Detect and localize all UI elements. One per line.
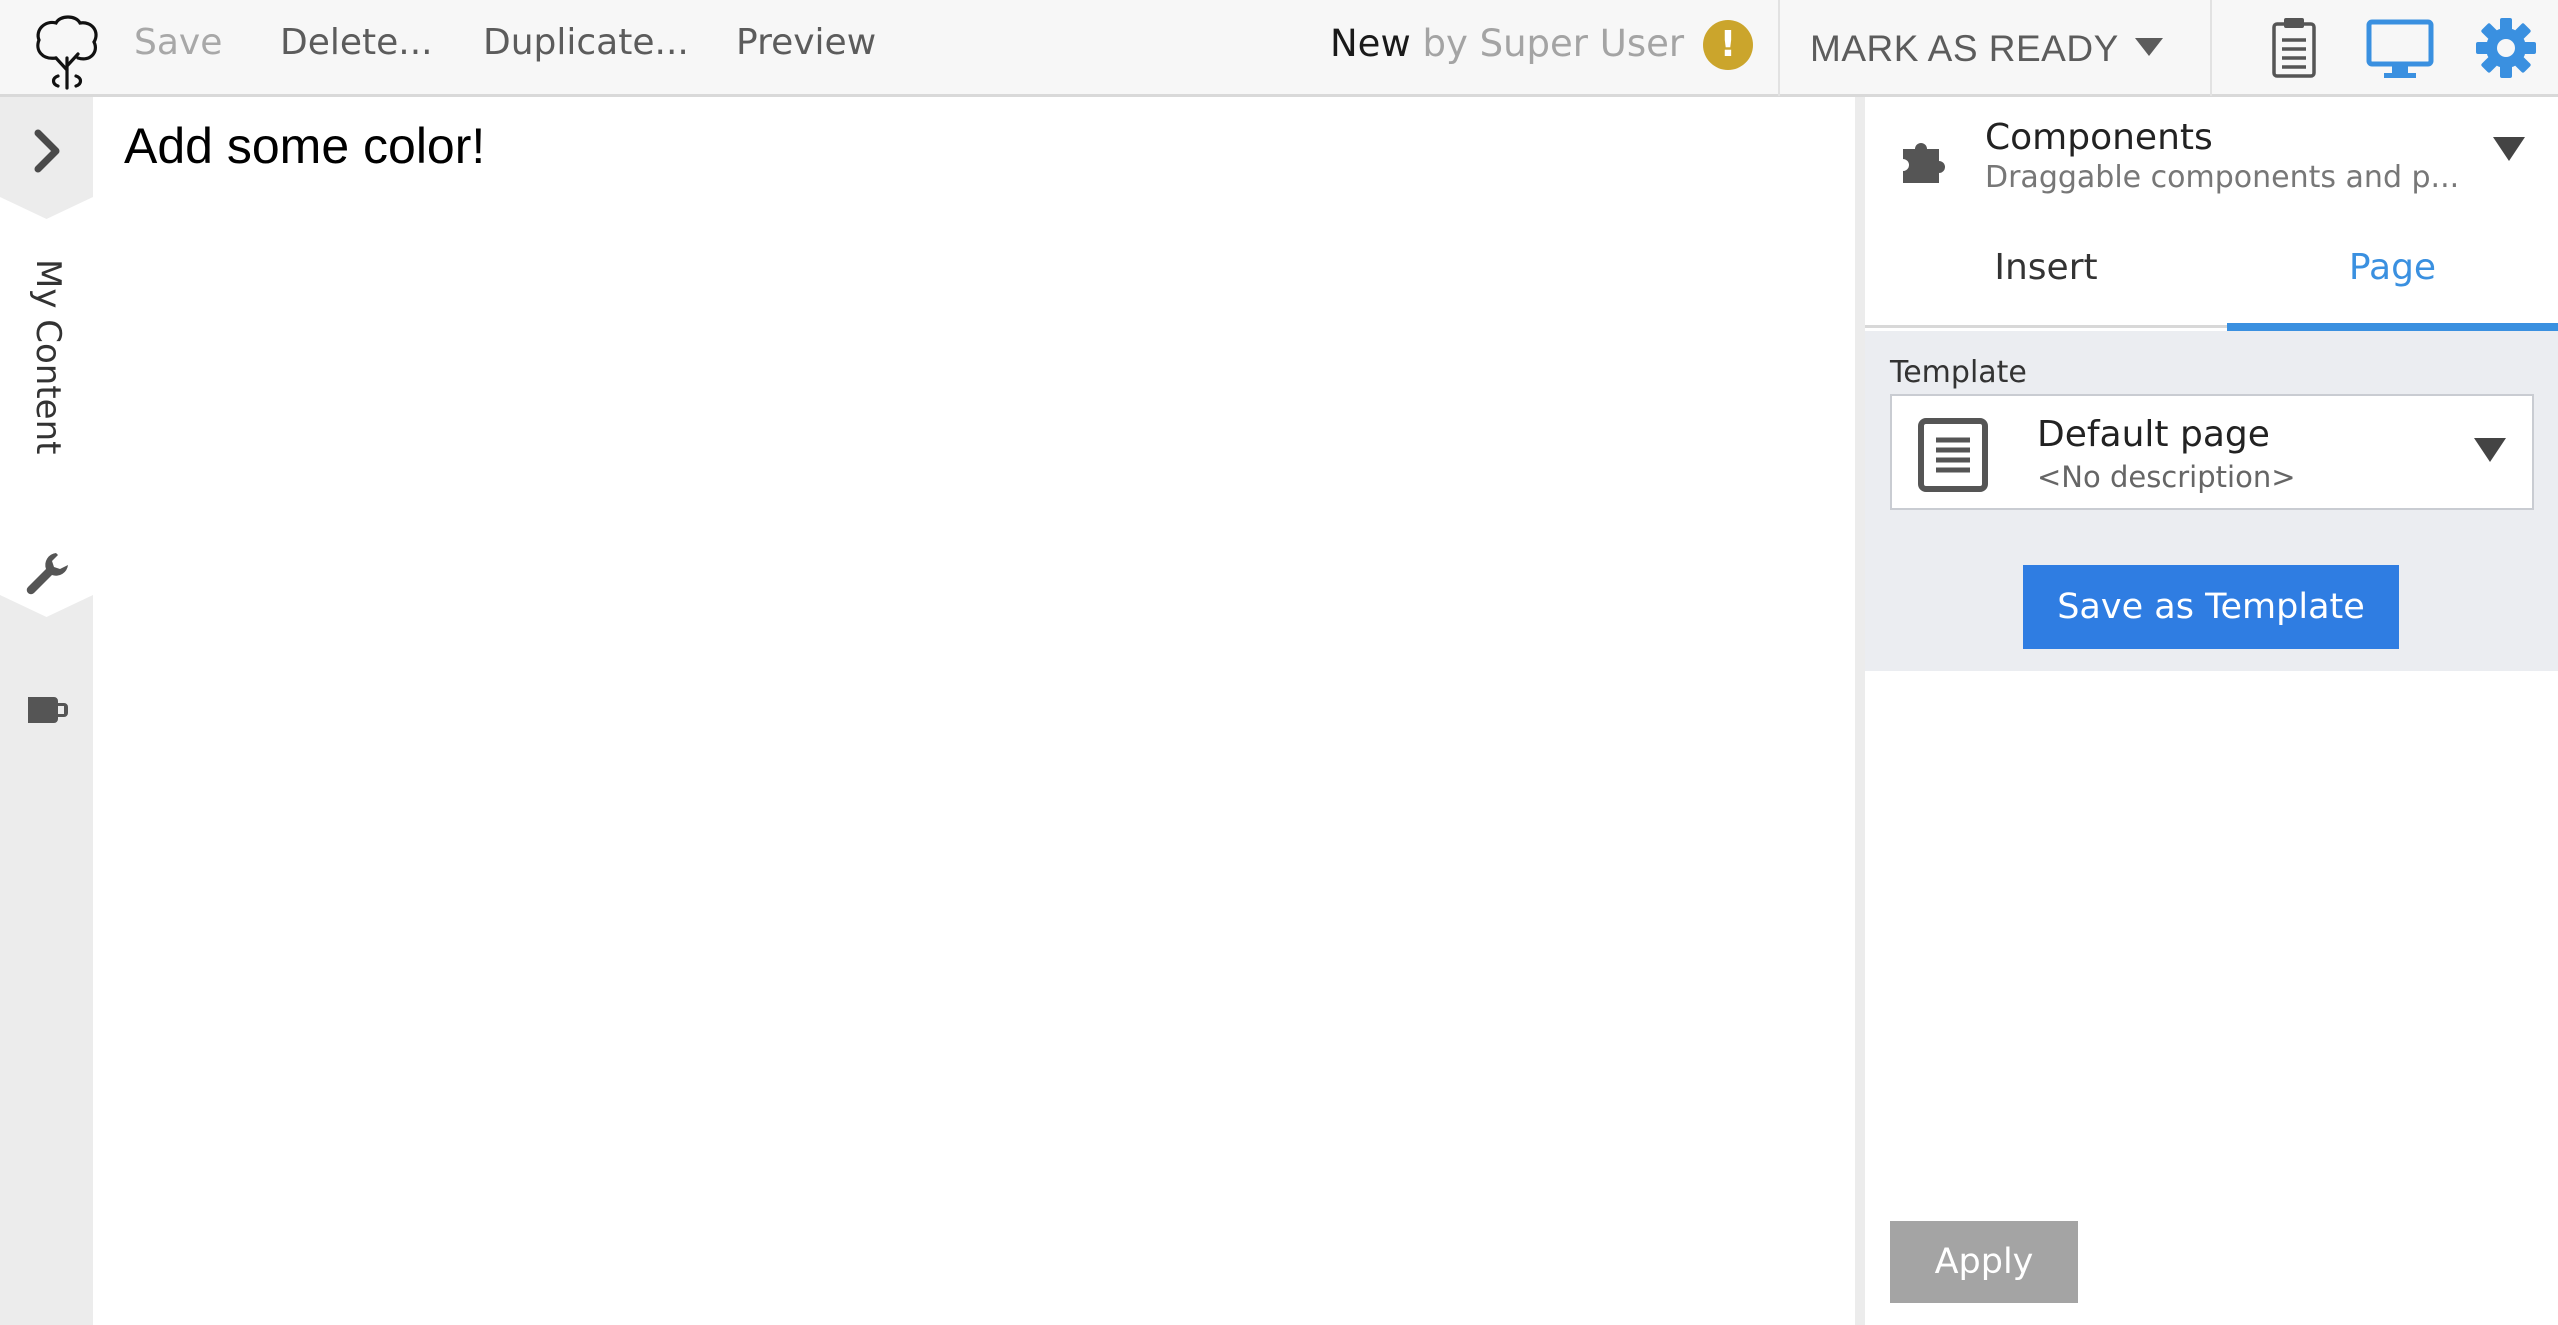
template-caret-down-icon [2474, 438, 2506, 462]
left-rail: My Content [0, 97, 93, 1325]
warning-icon[interactable]: ! [1703, 20, 1753, 70]
puzzle-icon [1903, 143, 1945, 183]
tab-page[interactable]: Page [2227, 225, 2558, 331]
save-as-template-button[interactable]: Save as Template [2023, 565, 2399, 649]
panel-caret-down-icon[interactable] [2493, 137, 2525, 161]
monitor-icon[interactable] [2366, 14, 2434, 82]
tree-logo-icon[interactable] [32, 14, 102, 90]
duplicate-button[interactable]: Duplicate... [483, 22, 689, 63]
clipboard-icon[interactable] [2260, 14, 2328, 82]
page-headline[interactable]: Add some color! [124, 117, 485, 175]
template-label: Template [1890, 355, 2027, 390]
components-panel: Components Draggable components and p...… [1865, 97, 2558, 1325]
delete-button[interactable]: Delete... [280, 22, 433, 63]
template-name: Default page [2037, 414, 2270, 455]
template-description: <No description> [2037, 460, 2296, 494]
gear-icon[interactable] [2472, 14, 2540, 82]
apply-button[interactable]: Apply [1890, 1221, 2078, 1303]
template-select[interactable]: Default page <No description> [1890, 394, 2534, 510]
save-button[interactable]: Save [134, 22, 222, 63]
status-state: New [1330, 22, 1411, 65]
caret-down-icon [2135, 38, 2163, 56]
my-content-tab-label: My Content [28, 259, 68, 455]
toolbar-divider [2210, 0, 2212, 96]
preview-button[interactable]: Preview [736, 22, 876, 63]
template-section: Template Default page <No description> S… [1865, 331, 2558, 671]
panel-divider[interactable] [1855, 97, 1865, 1325]
chevron-right-icon[interactable] [0, 97, 93, 207]
document-icon [1918, 418, 1988, 492]
panel-header: Components Draggable components and p... [1865, 97, 2558, 217]
top-toolbar: Save Delete... Duplicate... Preview New … [0, 0, 2558, 97]
mark-as-ready-label: MARK AS READY [1810, 28, 2119, 69]
wrench-icon[interactable] [22, 547, 72, 597]
tag-icon[interactable] [22, 685, 72, 735]
status-author: by Super User [1422, 22, 1685, 65]
mark-as-ready-dropdown[interactable]: MARK AS READY [1780, 0, 2210, 96]
panel-tabs: Insert Page [1865, 225, 2558, 331]
tab-insert[interactable]: Insert [1865, 225, 2227, 328]
content-canvas[interactable]: Add some color! [93, 97, 1855, 1325]
panel-title: Components [1985, 117, 2213, 158]
panel-subtitle: Draggable components and p... [1985, 160, 2460, 195]
page-status: New by Super User [1330, 22, 1684, 65]
